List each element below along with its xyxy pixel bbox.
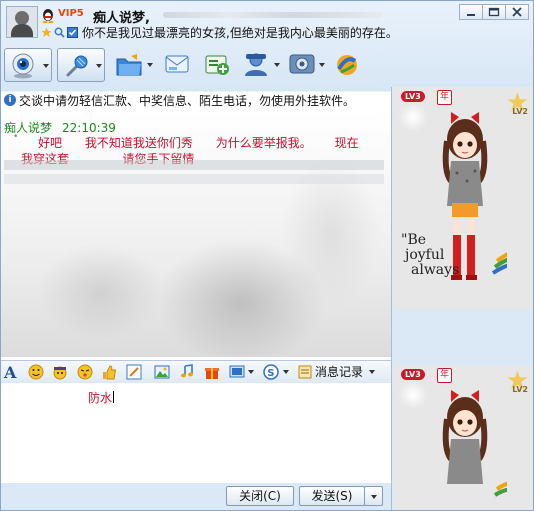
svg-text:A: A: [3, 364, 17, 380]
faded-highlight: [4, 174, 384, 184]
format-toolbar: A S 消息记录: [1, 360, 391, 384]
contact-show[interactable]: LV3 年 ★ LV2 "Be joyful always: [393, 87, 532, 309]
gift-icon[interactable]: [204, 364, 220, 380]
chat-window: VIP5 痴人说梦, 你不是我见过最漂亮的女孩,但绝对是我内心最美丽的存在。 i…: [0, 0, 534, 511]
font-icon[interactable]: A: [3, 364, 19, 380]
main-toolbar: [1, 47, 533, 85]
security-notice: i 交谈中请勿轻信汇款、中奖信息、陌生电话，勿使用外挂软件。: [4, 92, 389, 108]
checkbox-icon[interactable]: [67, 26, 78, 38]
message-input-text: 防水: [88, 389, 115, 406]
avatar-figure: [442, 390, 507, 497]
year-badge: 年: [437, 90, 452, 105]
thumb-up-icon[interactable]: [101, 364, 117, 380]
gear-icon: [289, 54, 315, 74]
text-cursor: [113, 391, 115, 403]
nudge-icon[interactable]: [77, 364, 93, 380]
soso-icon[interactable]: S: [263, 364, 279, 380]
action-bar: 关闭(C) 发送(S): [1, 483, 391, 510]
close-button[interactable]: 关闭(C): [226, 486, 294, 506]
my-show[interactable]: LV3 年 ★ LV2: [393, 365, 532, 510]
level2-badge: LV2: [512, 385, 528, 394]
message-time: 22:10:39: [62, 121, 116, 135]
year-badge: 年: [437, 368, 452, 383]
webcam-icon: [12, 53, 34, 79]
microphone-icon: [66, 55, 88, 77]
chat-history[interactable]: 痴人说梦 22:10:39 • 好吧 我不知道我送你们秀 为什么要举报我。 现在 …: [1, 112, 391, 357]
add-app-icon: [205, 55, 229, 75]
music-icon[interactable]: [179, 364, 195, 380]
send-button[interactable]: 发送(S): [299, 486, 365, 506]
maximize-button[interactable]: [482, 4, 506, 20]
level-badge: LV3: [401, 91, 425, 102]
avatar[interactable]: [6, 6, 38, 38]
signature-row: 你不是我见过最漂亮的女孩,但绝对是我内心最美丽的存在。: [41, 25, 398, 40]
image-icon[interactable]: [154, 364, 170, 380]
history-icon: [298, 365, 312, 378]
obscured-account-number: [163, 12, 383, 18]
maximize-icon: [488, 7, 500, 17]
minimize-icon: [467, 14, 475, 16]
message-sender: 痴人说梦: [4, 121, 53, 135]
message-line: 好吧 我不知道我送你们秀 为什么要举报我。 现在: [38, 136, 359, 150]
chevron-down-icon[interactable]: [248, 370, 254, 374]
search-icon[interactable]: [54, 27, 65, 38]
faded-highlight: [4, 160, 384, 170]
message-input[interactable]: 防水: [1, 383, 391, 483]
magic-emoticon-icon[interactable]: [52, 364, 68, 380]
voice-call-button[interactable]: [57, 48, 105, 82]
level-badge: LV3: [401, 369, 425, 380]
message-input-value: 防水: [88, 391, 113, 405]
chevron-down-icon: [371, 495, 377, 499]
bullet-dot: •: [13, 132, 19, 142]
message-history-label: 消息记录: [315, 365, 364, 379]
vip-badge: VIP5: [58, 8, 84, 19]
signature-text: 你不是我见过最漂亮的女孩,但绝对是我内心最美丽的存在。: [82, 25, 398, 40]
folder-icon: [116, 54, 142, 76]
add-app-button[interactable]: [204, 48, 232, 82]
remote-assist-button[interactable]: [242, 48, 282, 82]
slogan-line: joyful: [405, 247, 445, 263]
chevron-down-icon: [369, 369, 376, 374]
send-file-button[interactable]: [115, 48, 155, 82]
close-window-button[interactable]: [505, 4, 529, 20]
send-sms-button[interactable]: [164, 48, 192, 82]
svg-text:S: S: [267, 368, 274, 379]
security-notice-text: 交谈中请勿轻信汇款、中奖信息、陌生电话，勿使用外挂软件。: [19, 93, 356, 108]
doodle-icon[interactable]: [126, 364, 142, 380]
window-controls: [459, 4, 529, 20]
slogan-line: always: [411, 262, 460, 278]
more-apps-button[interactable]: [334, 48, 362, 82]
video-call-button[interactable]: [4, 48, 52, 82]
message-history-button[interactable]: 消息记录: [298, 363, 376, 380]
slogan-line: "Be: [401, 232, 427, 248]
chevron-down-icon[interactable]: [283, 370, 289, 374]
minimize-button[interactable]: [459, 4, 483, 20]
info-icon: i: [4, 94, 16, 106]
person-icon: [245, 53, 267, 76]
qq-show-panel: LV3 年 ★ LV2 "Be joyful always LV3 年 ★ LV…: [392, 87, 533, 510]
close-icon: [512, 7, 522, 17]
send-options-button[interactable]: [364, 486, 383, 506]
emoticon-icon[interactable]: [28, 364, 44, 380]
slogan-text: "Be joyful always: [401, 233, 459, 278]
swirl-icon: [337, 55, 357, 75]
qq-penguin-icon: [42, 9, 54, 23]
settings-button[interactable]: [289, 48, 327, 82]
message-icon: [165, 55, 189, 73]
star-icon[interactable]: [41, 27, 52, 38]
level2-badge: LV2: [512, 107, 528, 116]
screenshot-icon[interactable]: [229, 364, 245, 380]
